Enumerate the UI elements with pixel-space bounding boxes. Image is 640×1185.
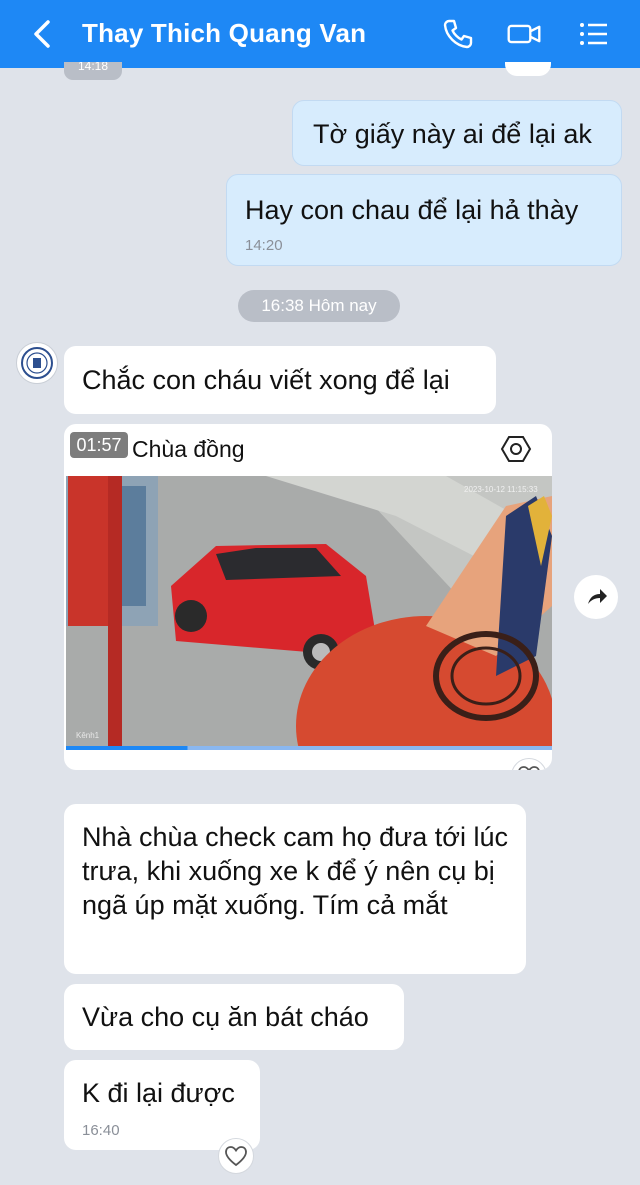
message-text: Hay con chau để lại hả thày	[245, 195, 579, 225]
menu-list-icon[interactable]	[576, 16, 612, 52]
video-title: Chùa đồng	[132, 436, 245, 462]
chat-header: Thay Thich Quang Van	[0, 0, 640, 68]
received-message[interactable]: Chắc con cháu viết xong để lại	[64, 346, 496, 414]
heart-icon	[225, 1146, 247, 1167]
video-call-icon[interactable]	[506, 16, 542, 52]
sent-message[interactable]: Tờ giấy này ai để lại ak	[292, 100, 622, 166]
date-separator: 16:38 Hôm nay	[238, 290, 400, 322]
received-message[interactable]: K đi lại được 16:40	[64, 1060, 260, 1150]
message-text: Nhà chùa check cam họ đưa tới lúc trưa, …	[82, 822, 508, 920]
cam-label: Kênh1	[76, 731, 100, 740]
back-arrow-icon[interactable]	[22, 14, 62, 54]
share-button[interactable]	[574, 575, 618, 619]
message-text: K đi lại được	[82, 1078, 235, 1108]
heart-icon	[518, 766, 540, 770]
video-progress-fill	[66, 746, 188, 750]
avatar[interactable]	[16, 342, 58, 384]
message-time: 16:40	[82, 1122, 120, 1139]
video-settings-icon[interactable]	[500, 433, 532, 465]
received-message[interactable]: Vừa cho cụ ăn bát cháo	[64, 984, 404, 1050]
message-text: Chắc con cháu viết xong để lại	[82, 365, 450, 395]
phone-icon[interactable]	[440, 16, 476, 52]
message-text: Tờ giấy này ai để lại ak	[313, 119, 592, 149]
share-arrow-icon	[588, 589, 607, 604]
sent-message[interactable]: Hay con chau để lại hả thày 14:20	[226, 174, 622, 266]
cam-timestamp: 2023-10-12 11:15:33	[464, 485, 538, 494]
message-text: Vừa cho cụ ăn bát cháo	[82, 1002, 369, 1032]
video-message[interactable]: 01:57 Chùa đồng Kênh1 2023-10-12 11:15:3…	[64, 424, 552, 770]
video-thumbnail[interactable]: Kênh1 2023-10-12 11:15:33	[66, 476, 552, 750]
contact-name[interactable]: Thay Thich Quang Van	[82, 18, 366, 49]
video-duration: 01:57	[70, 432, 128, 458]
partial-timestamp: 14:18	[64, 62, 122, 80]
temple-seal-icon	[21, 347, 53, 379]
partial-bubble	[505, 62, 551, 76]
like-button[interactable]	[511, 758, 547, 770]
like-button[interactable]	[218, 1138, 254, 1174]
message-time: 14:20	[245, 237, 283, 254]
received-message[interactable]: Nhà chùa check cam họ đưa tới lúc trưa, …	[64, 804, 526, 974]
